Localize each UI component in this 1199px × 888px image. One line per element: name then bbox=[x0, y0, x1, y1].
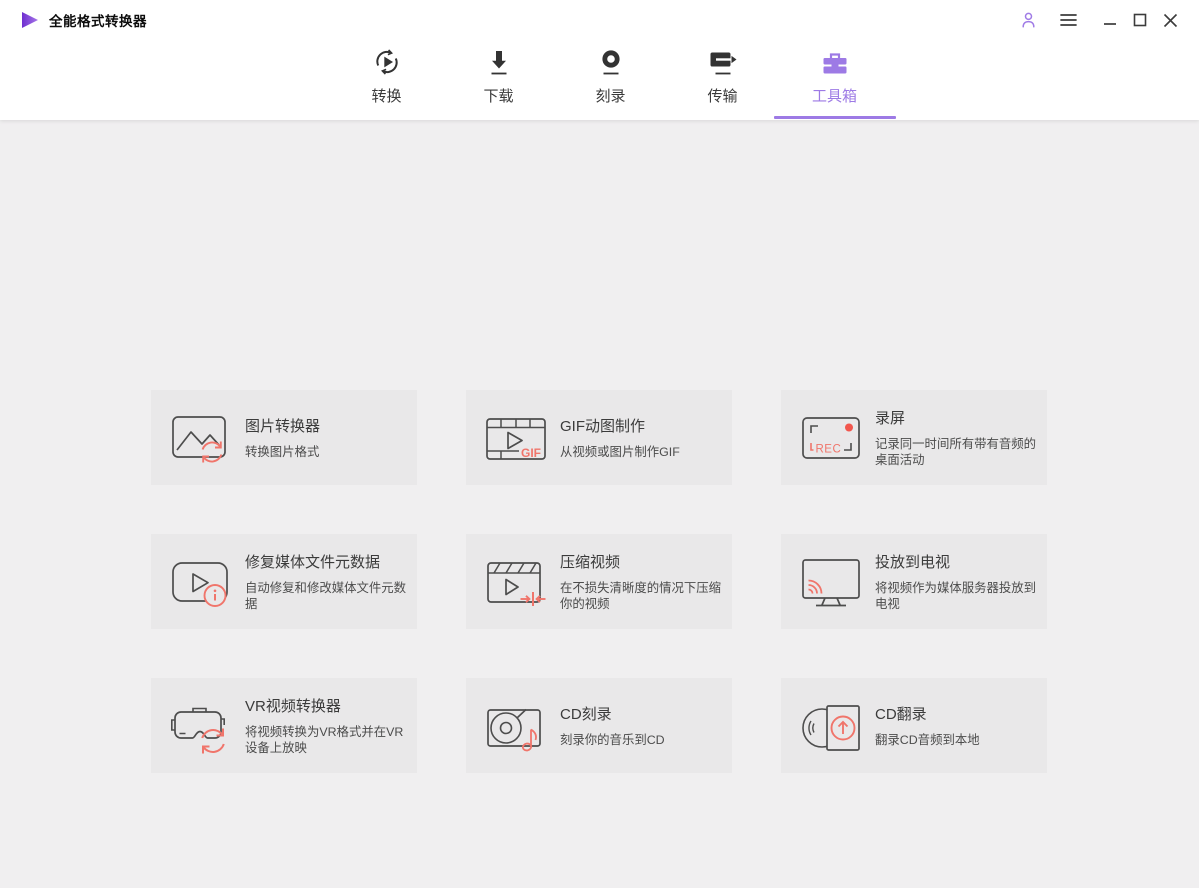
tool-title: CD翻录 bbox=[875, 705, 927, 723]
cd-rip-icon bbox=[799, 694, 863, 758]
app-window: { "window": { "title": "全能格式转换器", "contr… bbox=[0, 0, 1199, 888]
svg-text:GIF: GIF bbox=[521, 446, 541, 460]
tool-title: 修复媒体文件元数据 bbox=[245, 553, 381, 571]
cast-to-tv-icon bbox=[799, 550, 863, 614]
tool-card-screen-record[interactable]: REC 录屏 记录同一时间所有带有音频的桌面活动 bbox=[781, 390, 1047, 485]
main-nav: 转换 下载 刻录 传输 工具箱 bbox=[0, 40, 1199, 120]
tool-description: 刻录你的音乐到CD bbox=[560, 732, 665, 747]
tab-download[interactable]: 下载 bbox=[443, 40, 555, 120]
header: 全能格式转换器 转换 下载 刻录 传输 工具箱 bbox=[0, 0, 1199, 120]
transfer-icon bbox=[708, 47, 738, 77]
burn-icon bbox=[596, 47, 626, 77]
app-title: 全能格式转换器 bbox=[49, 14, 147, 29]
tool-description: 从视频或图片制作GIF bbox=[560, 444, 680, 459]
window-controls bbox=[1015, 7, 1183, 33]
titlebar: 全能格式转换器 bbox=[0, 0, 1199, 40]
nav-tabs: 转换 下载 刻录 传输 工具箱 bbox=[331, 40, 896, 120]
vr-converter-icon bbox=[169, 694, 233, 758]
app-logo-icon bbox=[20, 10, 40, 30]
toolbox-panel: 图片转换器 转换图片格式 GIF GIF动图制作 从视频或图片制作GIF REC… bbox=[0, 120, 1199, 888]
image-converter-icon bbox=[169, 406, 233, 470]
tool-description: 记录同一时间所有带有音频的桌面活动 bbox=[875, 436, 1037, 467]
tab-burn-label: 刻录 bbox=[595, 88, 626, 105]
tool-title: 录屏 bbox=[875, 409, 906, 427]
gif-maker-icon: GIF bbox=[484, 406, 548, 470]
tool-card-cd-rip[interactable]: CD翻录 翻录CD音频到本地 bbox=[781, 678, 1047, 773]
minimize-icon[interactable] bbox=[1097, 7, 1123, 33]
tool-title: 图片转换器 bbox=[245, 417, 321, 435]
tool-card-gif-maker[interactable]: GIF GIF动图制作 从视频或图片制作GIF bbox=[466, 390, 732, 485]
tool-cards-grid: 图片转换器 转换图片格式 GIF GIF动图制作 从视频或图片制作GIF REC… bbox=[151, 390, 1047, 773]
tool-title: 投放到电视 bbox=[875, 553, 951, 571]
tab-convert-label: 转换 bbox=[371, 88, 402, 105]
tool-card-cast-to-tv[interactable]: 投放到电视 将视频作为媒体服务器投放到电视 bbox=[781, 534, 1047, 629]
maximize-icon[interactable] bbox=[1127, 7, 1153, 33]
tool-title: CD刻录 bbox=[560, 705, 612, 723]
tool-card-compress-video[interactable]: 压缩视频 在不损失清晰度的情况下压缩你的视频 bbox=[466, 534, 732, 629]
tool-card-vr-converter[interactable]: VR视频转换器 将视频转换为VR格式并在VR设备上放映 bbox=[151, 678, 417, 773]
tab-transfer[interactable]: 传输 bbox=[667, 40, 779, 120]
tool-title: 压缩视频 bbox=[560, 553, 621, 571]
tool-description: 将视频转换为VR格式并在VR设备上放映 bbox=[245, 724, 404, 755]
tab-burn[interactable]: 刻录 bbox=[555, 40, 667, 120]
tab-toolbox-label: 工具箱 bbox=[811, 88, 857, 105]
menu-icon[interactable] bbox=[1055, 7, 1081, 33]
convert-icon bbox=[372, 47, 402, 77]
tab-transfer-label: 传输 bbox=[707, 88, 738, 105]
tool-card-cd-burn[interactable]: CD刻录 刻录你的音乐到CD bbox=[466, 678, 732, 773]
fix-metadata-icon bbox=[169, 550, 233, 614]
cd-burn-icon bbox=[484, 694, 548, 758]
tool-title: VR视频转换器 bbox=[245, 697, 341, 715]
tool-card-fix-metadata[interactable]: 修复媒体文件元数据 自动修复和修改媒体文件元数据 bbox=[151, 534, 417, 629]
close-icon[interactable] bbox=[1157, 7, 1183, 33]
tool-card-text: 录屏 记录同一时间所有带有音频的桌面活动 bbox=[875, 407, 1037, 468]
tool-card-text: CD翻录 翻录CD音频到本地 bbox=[875, 703, 980, 749]
tool-card-text: 压缩视频 在不损失清晰度的情况下压缩你的视频 bbox=[560, 551, 722, 612]
tool-card-text: VR视频转换器 将视频转换为VR格式并在VR设备上放映 bbox=[245, 695, 407, 756]
tool-description: 翻录CD音频到本地 bbox=[875, 732, 980, 747]
active-tab-underline bbox=[773, 116, 896, 119]
tool-card-text: 修复媒体文件元数据 自动修复和修改媒体文件元数据 bbox=[245, 551, 407, 612]
account-icon[interactable] bbox=[1015, 7, 1041, 33]
tool-description: 转换图片格式 bbox=[245, 444, 320, 459]
tool-title: GIF动图制作 bbox=[560, 417, 645, 435]
tool-description: 将视频作为媒体服务器投放到电视 bbox=[875, 580, 1037, 611]
svg-text:REC: REC bbox=[816, 443, 842, 455]
tool-card-text: GIF动图制作 从视频或图片制作GIF bbox=[560, 415, 680, 461]
tool-card-text: 投放到电视 将视频作为媒体服务器投放到电视 bbox=[875, 551, 1037, 612]
tool-card-image-converter[interactable]: 图片转换器 转换图片格式 bbox=[151, 390, 417, 485]
tool-card-text: CD刻录 刻录你的音乐到CD bbox=[560, 703, 665, 749]
toolbox-icon bbox=[820, 47, 850, 77]
tool-description: 在不损失清晰度的情况下压缩你的视频 bbox=[560, 580, 722, 611]
screen-record-icon: REC bbox=[799, 406, 863, 470]
tool-description: 自动修复和修改媒体文件元数据 bbox=[245, 580, 407, 611]
tab-toolbox[interactable]: 工具箱 bbox=[773, 40, 896, 120]
tool-card-text: 图片转换器 转换图片格式 bbox=[245, 415, 320, 461]
compress-video-icon bbox=[484, 550, 548, 614]
tab-download-label: 下载 bbox=[483, 88, 514, 105]
tab-convert[interactable]: 转换 bbox=[331, 40, 443, 120]
download-icon bbox=[484, 47, 514, 77]
